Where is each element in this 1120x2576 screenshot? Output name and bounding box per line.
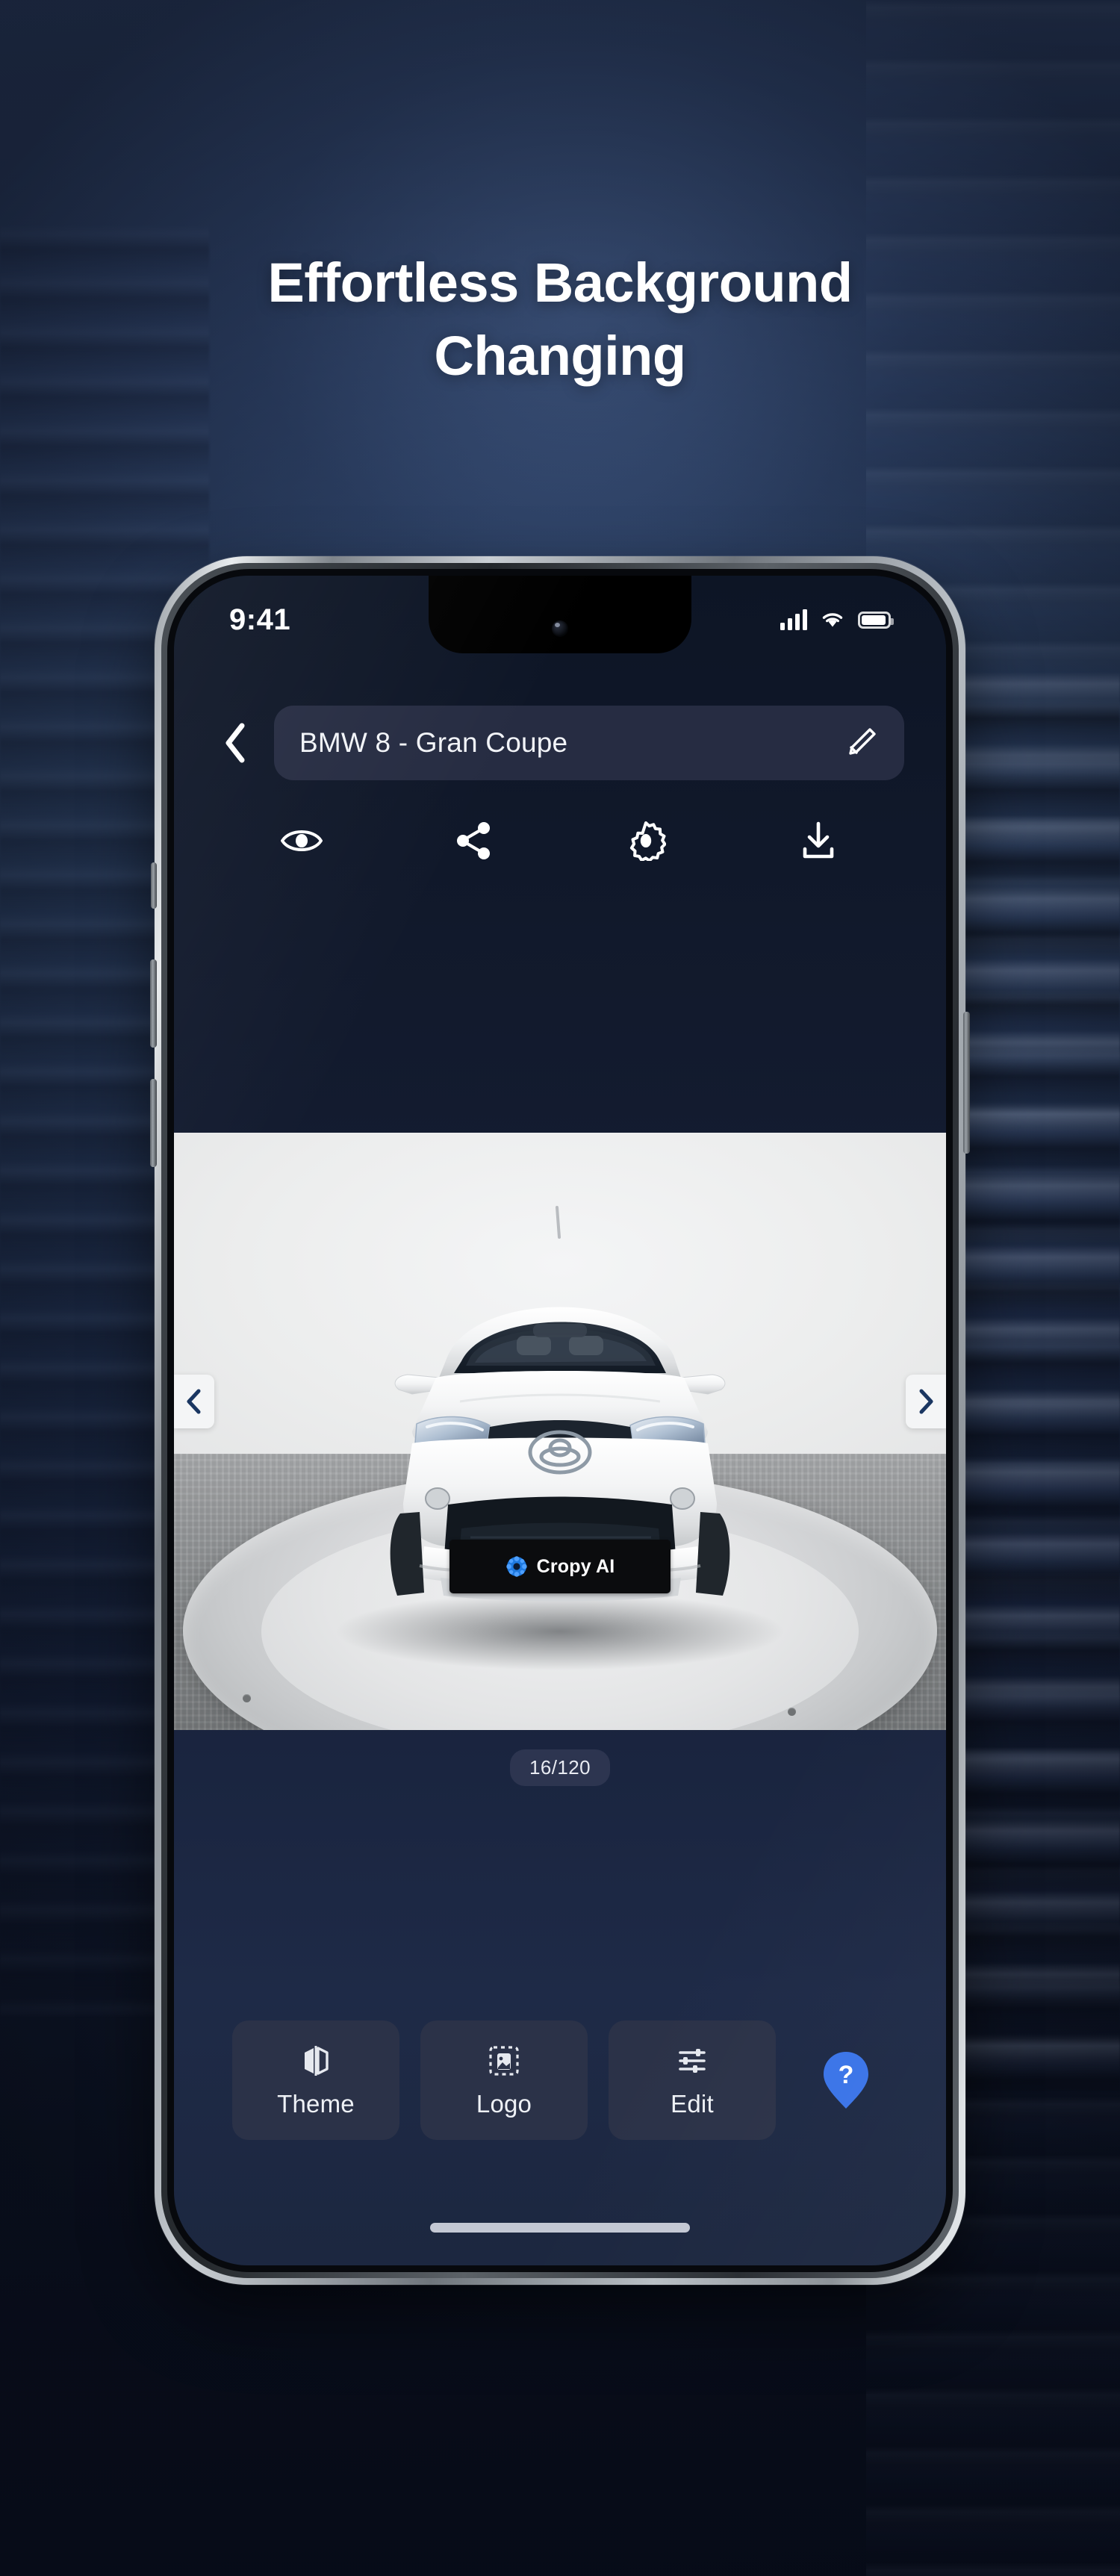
page-title-line-1: Effortless Background: [267, 252, 853, 314]
next-image-button[interactable]: [906, 1375, 946, 1428]
svg-text:?: ?: [839, 2061, 854, 2089]
phone-mockup: 9:41 BMW 8 - Gran Coupe Cropy AI 16/120 …: [150, 556, 970, 2285]
chevron-left-icon: [225, 723, 245, 763]
phone-volume-up-button[interactable]: [150, 959, 157, 1048]
status-bar-time: 9:41: [229, 603, 291, 636]
edit-button-label: Edit: [671, 2090, 714, 2118]
theme-button-label: Theme: [277, 2090, 355, 2118]
settings-button[interactable]: [612, 806, 680, 875]
logo-button-label: Logo: [476, 2090, 532, 2118]
theme-button[interactable]: Theme: [232, 2020, 399, 2140]
signal-bars-icon: [780, 609, 807, 630]
front-camera-icon: [552, 620, 568, 637]
wifi-icon: [822, 613, 843, 627]
theme-icon: [305, 2046, 329, 2076]
chevron-right-icon: [919, 1389, 933, 1414]
pencil-icon[interactable]: [843, 725, 879, 761]
download-icon: [803, 821, 834, 859]
cropy-ai-logo-icon: [505, 1556, 527, 1577]
vehicle-image: [336, 1206, 784, 1670]
home-indicator[interactable]: [430, 2223, 690, 2233]
download-button[interactable]: [784, 806, 853, 875]
logo-placeholder-icon: [489, 2046, 519, 2076]
image-counter-badge: 16/120: [510, 1749, 610, 1786]
back-button[interactable]: [216, 721, 255, 765]
page-title: Effortless Background Changing: [0, 246, 1120, 392]
app-title-bar: BMW 8 - Gran Coupe: [174, 704, 946, 782]
prev-image-button[interactable]: [174, 1375, 214, 1428]
edit-button[interactable]: Edit: [609, 2020, 776, 2140]
phone-power-button[interactable]: [963, 1012, 970, 1154]
share-button[interactable]: [440, 806, 508, 875]
watermark-plate: Cropy AI: [449, 1540, 671, 1593]
gear-icon: [630, 821, 667, 861]
app-toolbar: [174, 800, 946, 882]
watermark-text: Cropy AI: [536, 1555, 615, 1577]
bottom-toolbar: Theme Logo Edit ?: [174, 2020, 946, 2140]
status-bar-icons: [780, 609, 894, 630]
help-pin-icon: ?: [824, 2052, 868, 2109]
preview-button[interactable]: [267, 806, 336, 875]
phone-notch: [429, 576, 691, 653]
image-viewer[interactable]: Cropy AI: [174, 1133, 946, 1730]
battery-icon: [858, 611, 894, 629]
phone-volume-down-button[interactable]: [150, 1079, 157, 1167]
project-name-field[interactable]: BMW 8 - Gran Coupe: [274, 706, 904, 780]
share-icon: [456, 822, 490, 859]
page-title-line-2: Changing: [434, 324, 686, 387]
chevron-left-icon: [187, 1389, 201, 1414]
sliders-icon: [679, 2049, 706, 2073]
help-button[interactable]: ?: [818, 2047, 874, 2113]
phone-mute-switch[interactable]: [151, 862, 157, 909]
project-name-value: BMW 8 - Gran Coupe: [299, 727, 568, 758]
phone-screen: 9:41 BMW 8 - Gran Coupe Cropy AI 16/120 …: [174, 576, 946, 2265]
eye-icon: [281, 830, 323, 851]
logo-button[interactable]: Logo: [420, 2020, 588, 2140]
